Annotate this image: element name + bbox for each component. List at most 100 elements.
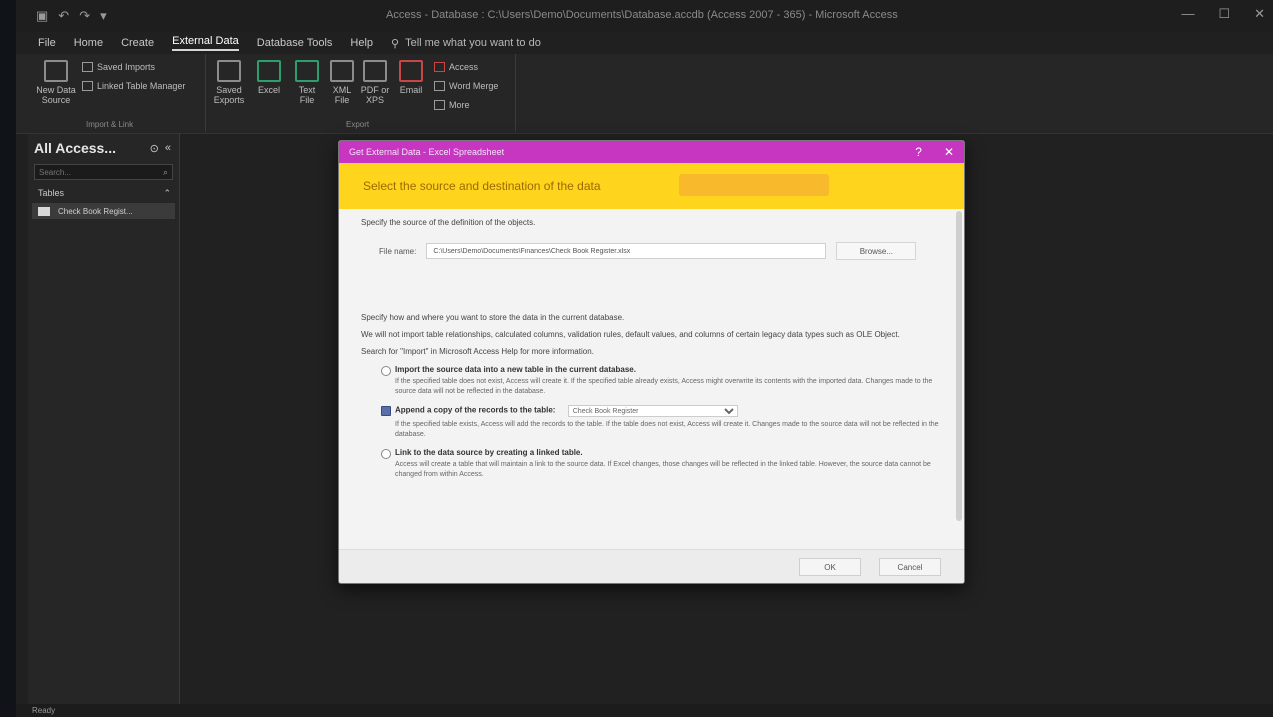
dialog-banner: Select the source and destination of the… [339,163,964,209]
option-append-label: Append a copy of the records to the tabl… [395,405,556,415]
tab-database-tools[interactable]: Database Tools [257,37,333,49]
tell-me-text: Tell me what you want to do [405,37,541,49]
ribbon: New Data Source Saved Imports Linked Tab… [16,54,1273,134]
option-import-label: Import the source data into a new table … [395,365,636,374]
save-icon[interactable]: ▣ [36,8,48,24]
word-merge-icon [434,81,445,91]
dialog-footer: OK Cancel [339,549,964,583]
dialog-window-controls: ? ✕ [915,145,954,159]
nav-title[interactable]: All Access... [34,140,116,156]
close-icon[interactable]: ✕ [1254,6,1265,22]
text-file-export-button[interactable]: Text File [292,60,322,105]
destination-note: We will not import table relationships, … [361,330,900,339]
option-link-label: Link to the data source by creating a li… [395,448,583,457]
maximize-icon[interactable]: ☐ [1218,6,1230,22]
option-import[interactable]: Import the source data into a new table … [361,365,942,397]
navigation-pane: All Access... ⊙ « ⌕ Tables ⌃ Check Book … [28,134,180,704]
option-append-row: Append a copy of the records to the tabl… [395,405,942,417]
radio-link[interactable] [381,449,391,459]
option-link-desc: Access will create a table that will mai… [395,461,931,478]
file-name-label: File name: [379,246,417,256]
new-data-source-button[interactable]: New Data Source [34,60,78,105]
xml-export-button[interactable]: XML File [328,60,356,105]
pdf-export-button[interactable]: PDF or XPS [360,60,390,105]
radio-append[interactable] [381,406,391,416]
saved-imports-icon [82,62,93,72]
window-title: Access - Database : C:\Users\Demo\Docume… [386,9,898,21]
tab-file[interactable]: File [38,37,56,49]
tab-help[interactable]: Help [350,37,373,49]
dialog-heading: Select the source and destination of the… [363,179,601,193]
window-controls: — ☐ ✕ [1181,6,1265,22]
lightbulb-icon: ⚲ [391,37,400,50]
status-bar: Ready [16,704,1273,717]
quick-access-toolbar: ▣ ↶ ↷ ▾ [16,8,107,24]
destination-help-note: Search for "Import" in Microsoft Access … [361,347,594,356]
source-prompt: Specify the source of the definition of … [361,218,536,227]
table-icon [38,206,50,216]
nav-menu-icon[interactable]: ⊙ [150,142,159,155]
nav-search: ⌕ [34,164,173,180]
ribbon-tabs: File Home Create External Data Database … [16,32,1273,54]
get-external-data-dialog: Get External Data - Excel Spreadsheet ? … [338,140,965,584]
dialog-scrollbar[interactable] [956,211,962,521]
excel-export-button[interactable]: Excel [250,60,288,95]
export-group: Saved Exports Excel Text File XML File P… [206,54,516,132]
nav-search-input[interactable] [39,167,149,177]
append-table-select[interactable]: Check Book Register [567,405,738,417]
file-name-input[interactable] [426,243,827,259]
option-link[interactable]: Link to the data source by creating a li… [361,448,942,480]
destination-prompt: Specify how and where you want to store … [361,313,625,322]
more-export-button[interactable]: More [434,100,470,110]
dialog-title-bar: Get External Data - Excel Spreadsheet ? … [339,141,964,163]
banner-art [679,174,829,196]
nav-item-table[interactable]: Check Book Regist... [32,203,175,219]
nav-controls: ⊙ « [150,142,171,155]
email-icon [399,60,423,82]
tab-home[interactable]: Home [74,37,103,49]
text-file-icon [295,60,319,82]
minimize-icon[interactable]: — [1181,6,1194,22]
access-icon [434,62,445,72]
shutter-bar-icon[interactable]: « [165,142,171,155]
option-import-desc: If the specified table does not exist, A… [395,378,933,395]
new-data-source-icon [44,60,68,82]
search-icon[interactable]: ⌕ [163,167,168,178]
dialog-close-icon[interactable]: ✕ [944,145,954,159]
saved-exports-button[interactable]: Saved Exports [212,60,246,105]
saved-imports-button[interactable]: Saved Imports [82,62,155,72]
help-icon[interactable]: ? [915,145,922,159]
export-group-label: Export [346,120,370,129]
nav-header: All Access... ⊙ « [28,134,179,160]
xml-file-icon [330,60,354,82]
email-export-button[interactable]: Email [396,60,426,95]
option-append-desc: If the specified table exists, Access wi… [395,421,939,438]
linked-table-manager-button[interactable]: Linked Table Manager [82,81,185,91]
pdf-icon [363,60,387,82]
tab-create[interactable]: Create [121,37,154,49]
nav-item-label: Check Book Regist... [58,206,133,216]
customize-icon[interactable]: ▾ [100,8,107,24]
nav-group-tables[interactable]: Tables ⌃ [28,184,179,201]
import-link-group-label: Import & Link [86,120,134,129]
import-link-group: New Data Source Saved Imports Linked Tab… [16,54,206,132]
more-icon [434,100,445,110]
option-append[interactable]: Append a copy of the records to the tabl… [361,405,942,440]
undo-icon[interactable]: ↶ [58,8,69,24]
linked-table-icon [82,81,93,91]
title-bar: ▣ ↶ ↷ ▾ Access - Database : C:\Users\Dem… [16,0,1273,32]
tab-external-data[interactable]: External Data [172,35,239,51]
word-merge-button[interactable]: Word Merge [434,81,498,91]
redo-icon[interactable]: ↷ [79,8,90,24]
screen-frame: ▣ ↶ ↷ ▾ Access - Database : C:\Users\Dem… [0,0,1273,717]
browse-button[interactable]: Browse... [836,242,917,260]
collapse-icon: ⌃ [163,188,171,198]
saved-exports-icon [217,60,241,82]
access-export-button[interactable]: Access [434,62,478,72]
radio-import[interactable] [381,366,391,376]
dialog-title: Get External Data - Excel Spreadsheet [349,147,505,157]
ok-button[interactable]: OK [799,558,861,576]
tell-me-box[interactable]: ⚲ Tell me what you want to do [391,37,541,50]
cancel-button[interactable]: Cancel [879,558,941,576]
